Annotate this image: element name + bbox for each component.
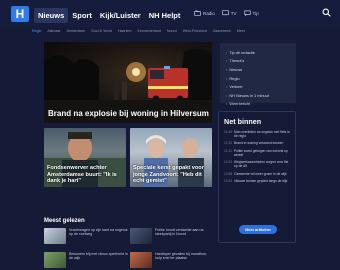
radio-link[interactable]: Radio — [194, 10, 215, 16]
sidebar-item-label: Nieuws — [229, 66, 243, 72]
hero-title[interactable]: Brand na explosie bij woning in Hilversu… — [48, 109, 209, 118]
most-read-item[interactable]: Hardloper gevallen bij marathon, hulp sn… — [130, 252, 214, 270]
subnav-item-west-friesland[interactable]: West-Friesland — [183, 28, 207, 35]
most-read-text: Politie houdt verdachte aan na steekpart… — [155, 228, 204, 237]
news-item[interactable]: 11:21 Politie zoekt getuigen van overval … — [224, 149, 290, 157]
sidebar-item-label: Regio — [229, 75, 240, 81]
sidebar-item-label: Verkeer — [229, 84, 243, 90]
news-text: Nieuwe bomen geplant langs de dijk — [234, 179, 288, 184]
chevron-right-icon: › — [226, 75, 228, 81]
sidebar-item-label: Weerbericht — [229, 101, 251, 107]
more-articles-button[interactable]: Meer artikelen — [239, 225, 277, 234]
sidebar-item[interactable]: › Tip de redactie — [226, 48, 290, 57]
sidebar-item-label: Thema's — [229, 58, 245, 64]
most-read-thumbnail — [44, 228, 66, 244]
net-binnen-panel: Net binnen 11:48 Man overleden na ongeluk… — [218, 111, 296, 243]
news-item[interactable]: 11:33 Brand in woning verwoest keuken — [224, 141, 290, 145]
utility-nav: Radio TV Tip — [194, 10, 259, 16]
news-item[interactable]: 10:55 Gemeente wil meer groen in de wijk — [224, 172, 290, 176]
subnav-item-amsterdam[interactable]: Amsterdam — [67, 28, 85, 35]
hero-article[interactable]: Brand na explosie bij woning in Hilversu… — [44, 42, 212, 123]
subnav-item-kennemerland[interactable]: Kennemerland — [138, 28, 161, 35]
news-time: 11:33 — [224, 141, 233, 146]
news-item[interactable]: 11:48 Man overleden na ongeluk met fiets … — [224, 130, 290, 138]
sidebar-item[interactable]: › Nieuws — [226, 65, 290, 74]
news-time: 10:42 — [224, 179, 233, 184]
most-read-text: Vrachtwagen op zijn kant na ongeluk op d… — [69, 228, 128, 237]
card-title[interactable]: Speciale kerst gepakt voor jonge Zandvoo… — [133, 165, 211, 184]
article-card[interactable]: Fondsenwerver achter Amsterdamse buurt: … — [44, 128, 126, 187]
subnav-item-zaanstreek[interactable]: Zaanstreek — [213, 28, 231, 35]
subnav-item-alkmaar[interactable]: Alkmaar — [47, 28, 60, 35]
radio-label: Radio — [203, 10, 215, 16]
page: H Nieuws Sport Kijk/Luister NH Helpt Rad… — [0, 0, 340, 270]
sidebar-item[interactable]: › Verkeer — [226, 82, 290, 91]
most-read-thumbnail — [130, 228, 152, 244]
news-text: Politie zoekt getuigen van overval op wi… — [234, 148, 288, 157]
meest-gelezen-title: Meest gelezen — [44, 218, 85, 224]
sidebar-item-label: Tip de redactie — [229, 49, 255, 55]
subnav-item-haarlem[interactable]: Haarlem — [118, 28, 132, 35]
radio-icon — [194, 10, 201, 16]
chevron-right-icon: › — [226, 84, 228, 90]
news-time: 10:55 — [224, 171, 233, 176]
main-nav: Nieuws Sport Kijk/Luister NH Helpt — [34, 8, 184, 23]
article-card[interactable]: Speciale kerst gepakt voor jonge Zandvoo… — [130, 128, 212, 187]
news-text: Brand in woning verwoest keuken — [234, 141, 284, 146]
news-text: Man overleden na ongeluk met fiets in de… — [234, 130, 290, 139]
news-text: Gemeente wil meer groen in de wijk — [234, 171, 287, 176]
subnav-item-regio[interactable]: Regio — [32, 28, 41, 35]
tip-link[interactable]: Tip — [243, 10, 259, 16]
region-subnav: Regio Alkmaar Amsterdam Gooi & Vecht Haa… — [32, 28, 332, 35]
tip-label: Tip — [252, 10, 259, 16]
most-read-text: Hardloper gevallen bij marathon, hulp sn… — [155, 252, 207, 261]
chevron-right-icon: › — [226, 58, 228, 64]
subnav-item-gooi-vecht[interactable]: Gooi & Vecht — [91, 28, 112, 35]
net-binnen-title: Net binnen — [224, 117, 262, 126]
news-item[interactable]: 10:42 Nieuwe bomen geplant langs de dijk — [224, 179, 290, 183]
news-text: Wegwerkzaamheden zorgen voor file op de … — [234, 160, 289, 169]
nav-item-nh-helpt[interactable]: NH Helpt — [145, 8, 185, 23]
nav-item-sport[interactable]: Sport — [68, 8, 96, 23]
sidebar-item[interactable]: › Weerbericht — [226, 100, 290, 109]
news-time: 11:48 — [224, 130, 233, 134]
sidebar-item[interactable]: › Regio — [226, 74, 290, 83]
most-read-item[interactable]: Politie houdt verdachte aan na steekpart… — [130, 228, 214, 250]
chevron-right-icon: › — [226, 101, 228, 107]
chevron-right-icon: › — [226, 49, 228, 55]
subnav-item-noord[interactable]: Noord — [167, 28, 177, 35]
nav-item-nieuws[interactable]: Nieuws — [34, 8, 69, 23]
most-read-text: Bewoners blij met nieuw speelveld in de … — [69, 252, 128, 261]
subnav-item-meer[interactable]: Meer — [237, 28, 245, 35]
most-read-thumbnail — [44, 252, 66, 268]
most-read-thumbnail — [130, 252, 152, 268]
most-read-item[interactable]: Vrachtwagen op zijn kant na ongeluk op d… — [44, 228, 128, 250]
sidebar-item[interactable]: › NH Nieuws in 1 minuut — [226, 91, 290, 100]
sidebar-item[interactable]: › Thema's — [226, 57, 290, 66]
tip-icon — [243, 10, 251, 16]
card-title[interactable]: Fondsenwerver achter Amsterdamse buurt: … — [47, 165, 125, 184]
chevron-right-icon: › — [226, 92, 228, 98]
news-time: 11:21 — [224, 148, 233, 153]
news-item[interactable]: 11:03 Wegwerkzaamheden zorgen voor file o… — [224, 160, 290, 168]
sidebar-item-label: NH Nieuws in 1 minuut — [229, 92, 269, 98]
news-time: 11:03 — [224, 160, 233, 165]
tv-label: TV — [230, 10, 237, 16]
tv-icon — [221, 10, 229, 16]
sidebar-links: › Tip de redactie › Thema's › Nieuws › Regio… — [220, 43, 296, 106]
top-header: H Nieuws Sport Kijk/Luister NH Helpt Rad… — [0, 0, 340, 27]
nav-item-kijk-luister[interactable]: Kijk/Luister — [96, 8, 145, 23]
nh-logo[interactable]: H — [11, 6, 29, 22]
chevron-right-icon: › — [226, 66, 228, 72]
most-read-item[interactable]: Bewoners blij met nieuw speelveld in de … — [44, 252, 128, 270]
search-icon[interactable] — [322, 8, 331, 17]
tv-link[interactable]: TV — [221, 10, 237, 16]
